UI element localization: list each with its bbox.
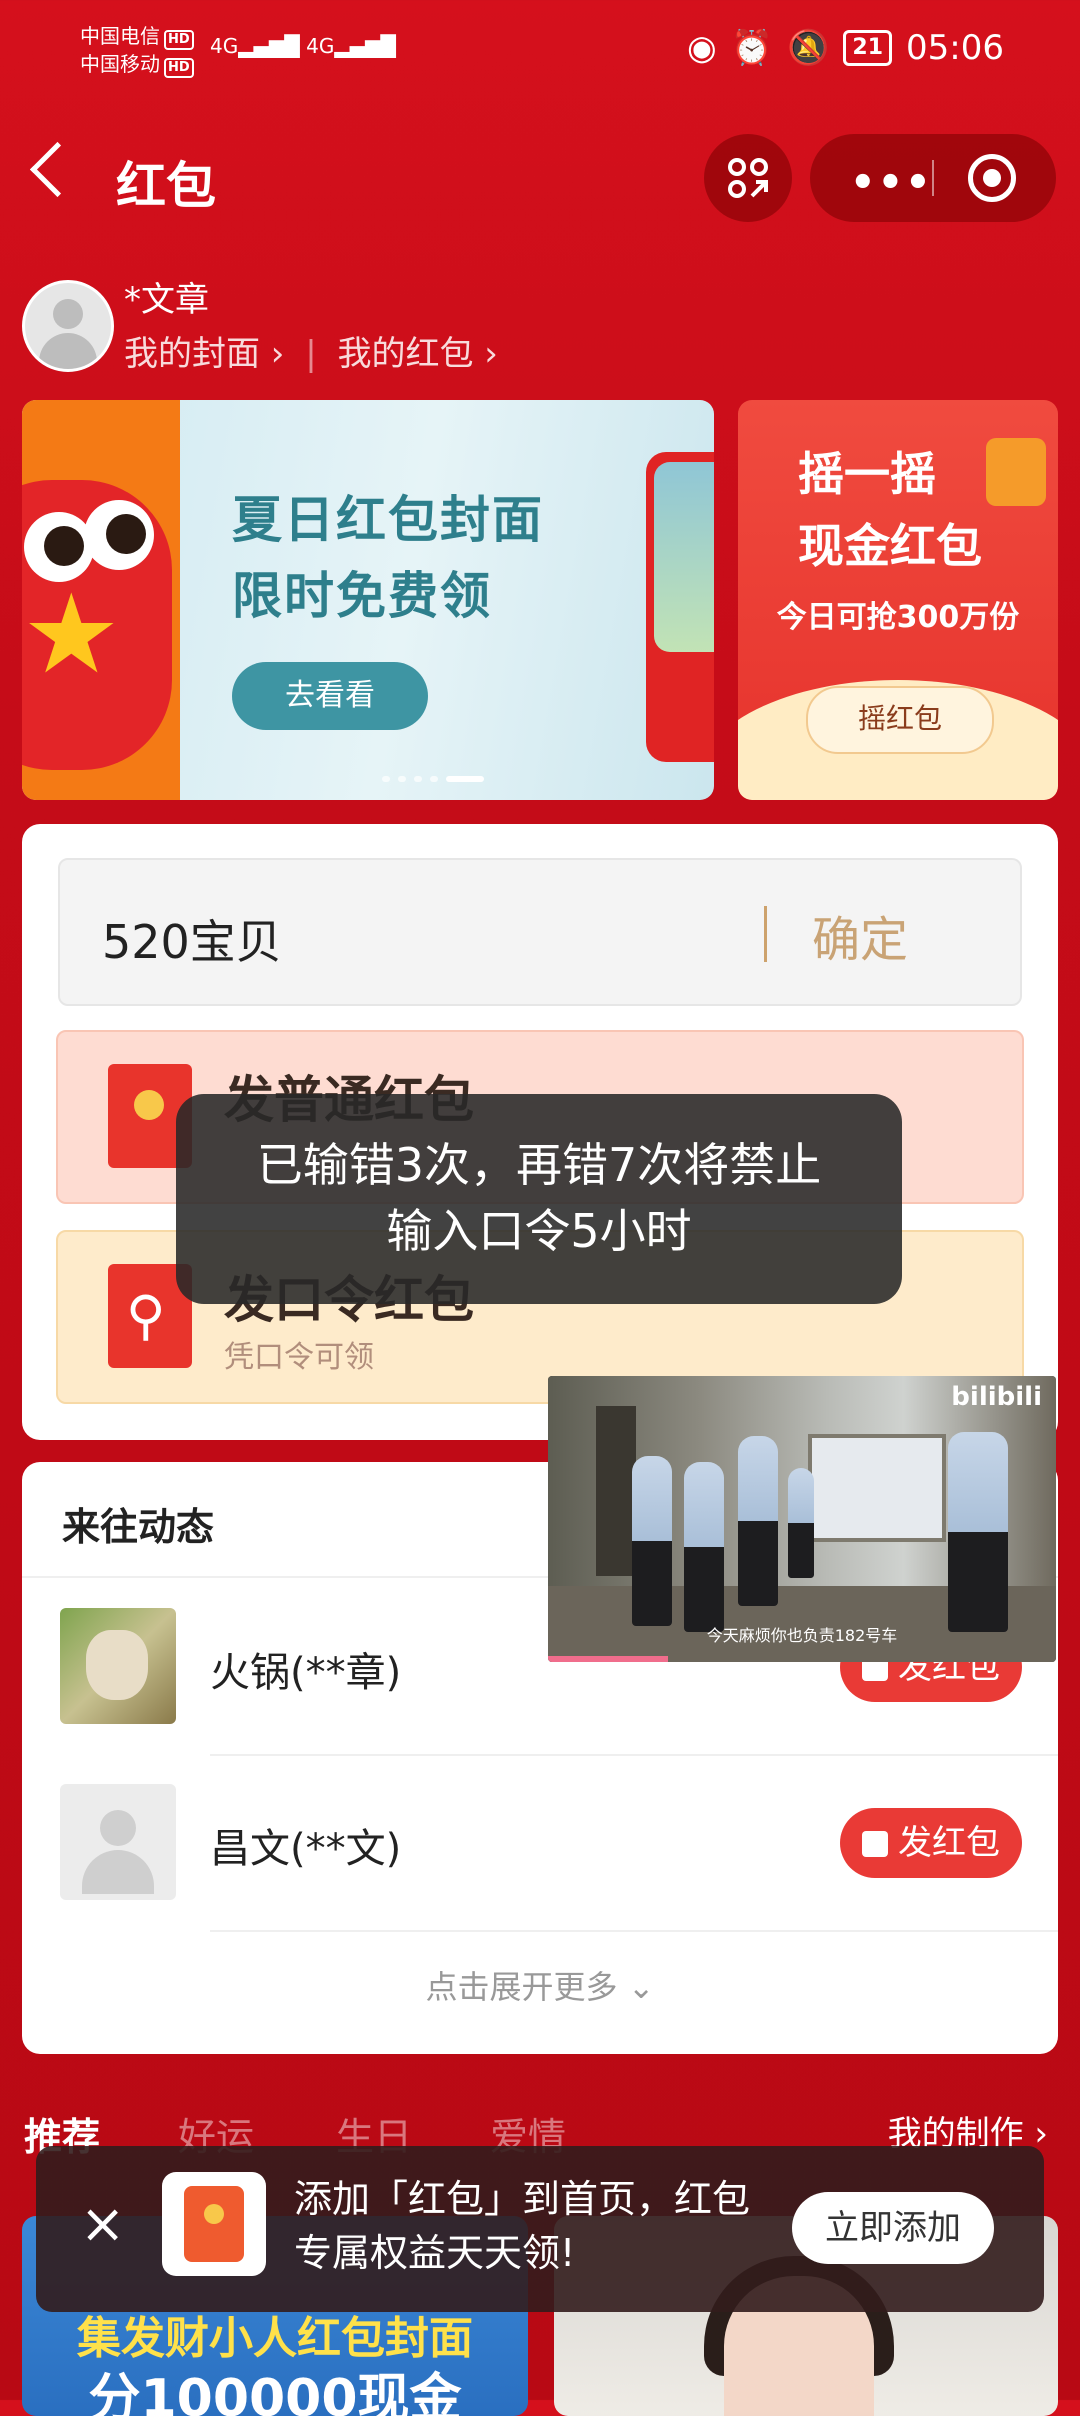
option-subtitle: 凭口令可领 [224,1340,374,1375]
activity-title: 来往动态 [62,1505,215,1549]
my-covers-link[interactable]: 我的封面 › [124,334,284,374]
close-target-icon[interactable] [968,154,1016,202]
expand-more-link[interactable]: 点击展开更多 ⌄ [22,1962,1058,2008]
carousel-indicator [382,776,484,782]
shake-button[interactable]: 摇红包 [806,686,994,754]
close-icon[interactable]: × [80,2192,125,2255]
scan-icon [728,158,768,198]
star-icon: ★ [22,570,121,698]
divider [210,1754,1058,1756]
clock: 05:06 [906,28,1004,68]
contact-name: 火锅(**章) [210,1650,402,1696]
more-icon[interactable]: ••• [850,160,933,206]
send-packet-button[interactable]: 发红包 [840,1808,1022,1878]
gift-icon [862,1831,888,1857]
video-watermark: bilibili [951,1382,1042,1412]
battery-icon: 21 [843,30,893,66]
app-icon [162,2172,266,2276]
shake-subtitle: 今日可抢300万份 [776,600,1020,635]
toast-line-1: 已输错3次，再错7次将禁止 [256,1138,822,1192]
mute-icon: 🔕 [787,28,830,68]
user-name: *文章 [124,280,209,320]
page-title: 红包 [116,157,216,215]
floating-video-player[interactable]: bilibili 今天麻烦你也负责182号车 [548,1376,1056,1662]
contact-name: 昌文(**文) [210,1826,402,1872]
banner-title: 夏日红包封面 [232,491,544,549]
add-now-button[interactable]: 立即添加 [792,2192,994,2264]
status-icons: ◉ ⏰ 🔕 21 05:06 [687,28,1004,68]
password-value: 520宝贝 [102,915,282,969]
shake-title: 摇一摇 [798,447,936,501]
user-links: 我的封面 › | 我的红包 › [124,334,498,374]
cover-preview [646,452,714,762]
toast-line-2: 输入口令5小时 [386,1204,692,1258]
eye-icon: ◉ [687,28,717,68]
error-toast: 已输错3次，再错7次将禁止 输入口令5小时 [176,1094,902,1304]
mini-program-capsule: ••• [810,134,1056,222]
contact-avatar[interactable] [60,1608,176,1724]
divider [210,1930,1058,1932]
envelope-icon [986,438,1046,506]
video-subtitle: 今天麻烦你也负责182号车 [706,1626,898,1645]
capsule-divider [932,160,934,196]
scan-button[interactable] [704,134,792,222]
add-message: 添加「红包」到首页，红包专属权益天天领! [294,2177,751,2275]
contact-avatar[interactable] [60,1784,176,1900]
go-see-button[interactable]: 去看看 [232,662,428,730]
cover-card-subtitle: 分100000现金 [88,2369,462,2416]
carrier-info: 中国电信 HD 中国移动 HD [80,22,194,78]
alarm-icon: ⏰ [730,28,774,68]
input-divider [764,906,767,962]
avatar[interactable] [22,280,114,372]
my-packets-link[interactable]: 我的红包 › [338,334,498,374]
password-input[interactable]: 520宝贝 确定 [58,858,1022,1006]
signal-icon: 4G▂▄▆█ 4G▂▄▆█ [210,34,396,58]
summer-cover-banner[interactable]: ★ 夏日红包封面 限时免费领 去看看 [22,400,714,800]
back-icon[interactable] [29,141,86,198]
shake-banner[interactable]: 摇一摇 现金红包 今日可抢300万份 摇红包 [738,400,1058,800]
video-progress [548,1656,668,1662]
shake-title-2: 现金红包 [798,519,982,573]
add-to-home-banner: × 添加「红包」到首页，红包专属权益天天领! 立即添加 [36,2146,1044,2312]
confirm-button[interactable]: 确定 [812,900,908,970]
banner-subtitle: 限时免费领 [232,567,492,625]
